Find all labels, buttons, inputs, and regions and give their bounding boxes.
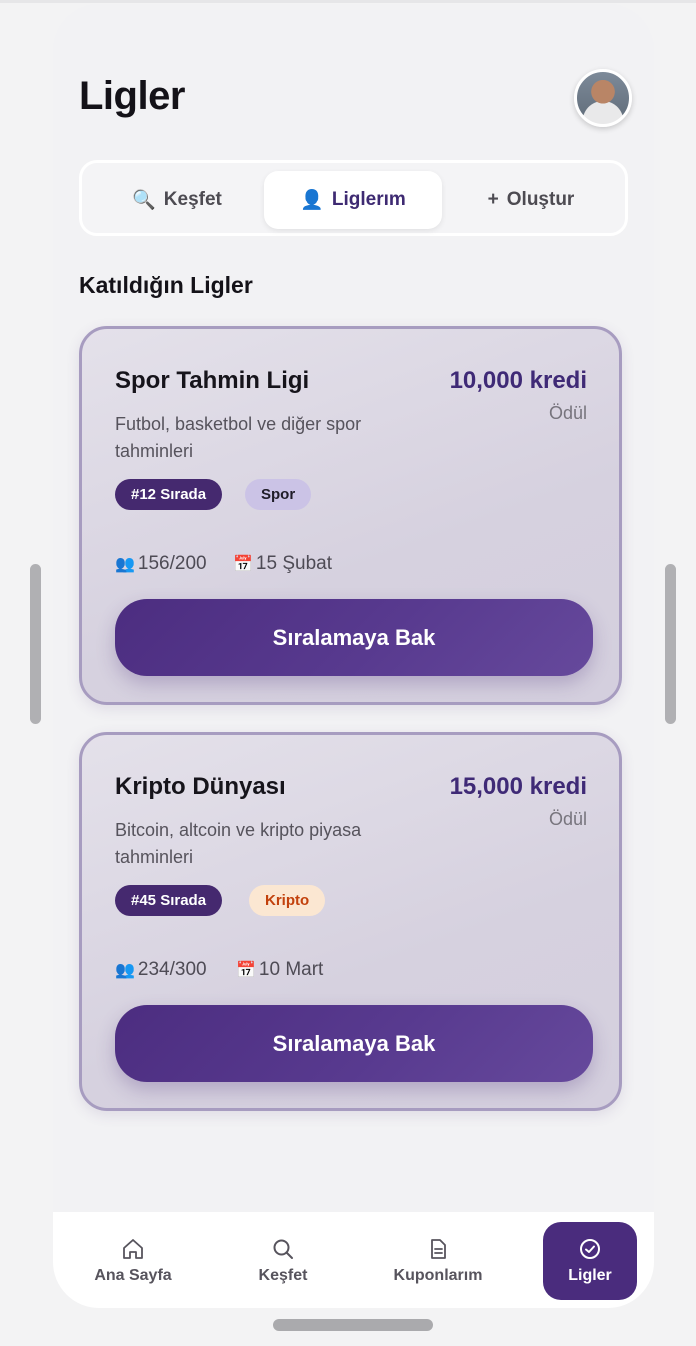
nav-kuponlarim[interactable]: Kuponlarım [378, 1222, 498, 1300]
members-count: 👥 156/200 [115, 553, 207, 575]
members-count: 👥 234/300 [115, 959, 207, 981]
bottom-nav: Ana Sayfa Keşfet Kuponlarım Ligler [53, 1212, 654, 1308]
nav-label: Ligler [568, 1267, 612, 1284]
league-prize: 10,000 kredi [449, 367, 587, 394]
end-date: 📅 10 Mart [236, 959, 323, 981]
calendar-icon: 📅 [233, 556, 253, 573]
category-badge: Kripto [249, 885, 326, 916]
rank-badge: #45 Sırada [115, 885, 223, 916]
side-scrollbar-left[interactable] [30, 564, 41, 724]
tab-bar: 🔍 Keşfet 👤 Liglerım + Oluştur [79, 160, 628, 236]
search-icon [273, 1239, 293, 1259]
section-title: Katıldığın Ligler [79, 272, 253, 298]
plus-icon: + [487, 189, 499, 210]
tab-label: Oluştur [506, 189, 575, 210]
league-name: Kripto Dünyası [115, 773, 286, 800]
category-badge: Spor [245, 479, 312, 510]
tab-label: Liglerım [331, 189, 406, 210]
prize-label: Ödül [548, 403, 587, 423]
view-ranking-button[interactable]: Sıralamaya Bak [115, 599, 593, 676]
people-icon: 👥 [115, 556, 135, 573]
date-value: 10 Mart [258, 959, 324, 980]
document-icon [431, 1239, 446, 1259]
nav-label: Ana Sayfa [94, 1267, 172, 1284]
user-icon: 👤 [300, 190, 324, 211]
league-description: Bitcoin, altcoin ve kripto piyasa tahmin… [115, 820, 362, 867]
home-indicator [273, 1319, 433, 1331]
members-value: 234/300 [137, 959, 207, 980]
nav-home[interactable]: Ana Sayfa [83, 1222, 183, 1300]
nav-label: Keşfet [258, 1267, 308, 1284]
nav-label: Kuponlarım [393, 1267, 483, 1284]
people-icon: 👥 [115, 962, 135, 979]
tab-kesfet[interactable]: 🔍 Keşfet [88, 171, 266, 229]
end-date: 📅 15 Şubat [233, 553, 332, 575]
date-value: 15 Şubat [255, 553, 332, 574]
avatar[interactable] [574, 69, 632, 127]
side-scrollbar-right[interactable] [665, 564, 676, 724]
league-card: Spor Tahmin Ligi 10,000 kredi Ödül Futbo… [79, 326, 622, 705]
home-icon [123, 1239, 143, 1259]
page-title: Ligler [79, 74, 185, 118]
top-divider [0, 0, 696, 3]
rank-badge: #12 Sırada [115, 479, 223, 510]
tab-olustur[interactable]: + Oluştur [442, 171, 620, 229]
search-icon: 🔍 [132, 190, 156, 211]
tab-liglerim[interactable]: 👤 Liglerım [264, 171, 442, 229]
nav-ligler[interactable]: Ligler [543, 1222, 637, 1300]
league-name: Spor Tahmin Ligi [115, 367, 310, 394]
prize-label: Ödül [548, 809, 587, 829]
nav-kesfet[interactable]: Keşfet [233, 1222, 333, 1300]
members-value: 156/200 [137, 553, 207, 574]
league-card: Kripto Dünyası 15,000 kredi Ödül Bitcoin… [79, 732, 622, 1111]
league-prize: 15,000 kredi [449, 773, 587, 800]
badge-check-icon [580, 1239, 600, 1259]
app-screen: Ligler 🔍 Keşfet 👤 Liglerım + Oluştur Kat… [53, 4, 654, 1308]
view-ranking-button[interactable]: Sıralamaya Bak [115, 1005, 593, 1082]
calendar-icon: 📅 [236, 962, 256, 979]
tab-label: Keşfet [163, 189, 222, 210]
league-description: Futbol, basketbol ve diğer spor tahminle… [115, 414, 362, 461]
